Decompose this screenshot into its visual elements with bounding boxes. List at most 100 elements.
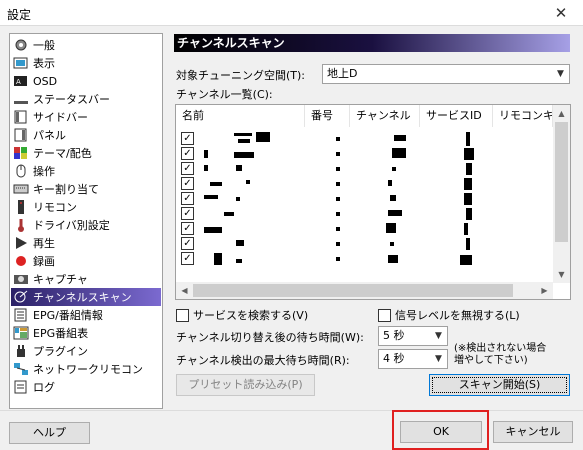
sidebar-item-label: ステータスバー [33, 93, 110, 106]
sidebar-item-label: OSD [33, 74, 58, 88]
row-checkbox[interactable]: ✓ [181, 222, 194, 235]
table-row[interactable]: ✓ [176, 236, 553, 251]
cancel-button[interactable]: キャンセル [493, 421, 573, 443]
sidebar-item-program-guide[interactable]: EPG番組表 [11, 324, 161, 342]
sidebar-item-network-remote[interactable]: ネットワークリモコン [11, 360, 161, 378]
scroll-up-icon[interactable]: ▲ [553, 105, 570, 122]
row-checkbox[interactable]: ✓ [181, 207, 194, 220]
row-checkbox[interactable]: ✓ [181, 252, 194, 265]
checkbox-box[interactable] [176, 308, 189, 322]
column-header-channel[interactable]: チャンネル [350, 105, 420, 127]
sidebar-item-general[interactable]: 一般 [11, 36, 161, 54]
sidebar-item-label: パネル [33, 129, 66, 142]
sidebar-item-label: ドライバ別設定 [33, 219, 110, 232]
svg-text:A: A [16, 78, 21, 86]
ok-button[interactable]: OK [400, 421, 482, 443]
scroll-right-icon[interactable]: ▶ [536, 282, 553, 299]
row-checkbox[interactable]: ✓ [181, 192, 194, 205]
channel-list-vertical-scrollbar[interactable]: ▲ ▼ [553, 105, 570, 283]
sidebar-item-plugin[interactable]: プラグイン [11, 342, 161, 360]
detect-wait-note: (※検出されない場合 増やして下さい) [454, 343, 547, 366]
sidebar-item-theme[interactable]: テーマ/配色 [11, 144, 161, 162]
scroll-down-icon[interactable]: ▼ [553, 266, 570, 283]
sidebar-item-panel[interactable]: パネル [11, 126, 161, 144]
max-detect-wait-select[interactable]: 4 秒 ▼ [378, 349, 448, 369]
row-checkbox[interactable]: ✓ [181, 147, 194, 160]
palette-icon [13, 146, 29, 160]
column-header-number[interactable]: 番号 [305, 105, 350, 127]
channel-list-horizontal-scrollbar[interactable]: ◀ ▶ [176, 282, 553, 299]
row-checkbox[interactable]: ✓ [181, 237, 194, 250]
settings-category-list[interactable]: 一般 表示 A OSD ステータスバー サイドバー パネル テーマ/配色 操作 … [9, 33, 163, 409]
play-icon [13, 236, 29, 250]
channel-list[interactable]: 名前 番号 チャンネル サービスID リモコンキ ✓ ✓ ✓ ✓ ✓ ✓ ✓ ✓… [175, 104, 571, 300]
scan-start-button[interactable]: スキャン開始(S) [429, 374, 570, 396]
sidebar-item-channel-scan[interactable]: チャンネルスキャン [11, 288, 161, 306]
sidebar-item-recording[interactable]: 録画 [11, 252, 161, 270]
preset-load-button[interactable]: プリセット読み込み(P) [176, 374, 315, 396]
sidebar-item-label: プラグイン [33, 345, 88, 358]
channel-list-label: チャンネル一覧(C): [176, 88, 273, 101]
sidebar-item-label: 一般 [33, 39, 55, 52]
sidebar-item-epg[interactable]: EPG/番組情報 [11, 306, 161, 324]
sidebar-item-remote[interactable]: リモコン [11, 198, 161, 216]
sidebar-item-operation[interactable]: 操作 [11, 162, 161, 180]
chevron-down-icon: ▼ [435, 331, 442, 341]
column-header-remote-key[interactable]: リモコンキ [493, 105, 553, 127]
wait-after-switch-select[interactable]: 5 秒 ▼ [378, 326, 448, 346]
panel-icon [13, 128, 29, 142]
program-guide-icon [13, 326, 29, 340]
ignore-signal-label: 信号レベルを無視する(L) [395, 309, 520, 322]
sidebar-item-label: ネットワークリモコン [33, 363, 143, 376]
tuning-space-select[interactable]: 地上D ▼ [322, 64, 570, 84]
scroll-thumb[interactable] [555, 122, 568, 242]
table-row[interactable]: ✓ [176, 131, 553, 146]
sidebar-item-log[interactable]: ログ [11, 378, 161, 396]
help-button[interactable]: ヘルプ [9, 422, 90, 444]
display-icon [13, 56, 29, 70]
table-row[interactable]: ✓ [176, 206, 553, 221]
mouse-icon [13, 164, 29, 178]
table-row[interactable]: ✓ [176, 191, 553, 206]
row-checkbox[interactable]: ✓ [181, 162, 194, 175]
scroll-left-icon[interactable]: ◀ [176, 282, 193, 299]
table-row[interactable]: ✓ [176, 251, 553, 266]
camera-icon [13, 272, 29, 286]
search-services-checkbox[interactable]: サービスを検索する(V) [176, 307, 308, 323]
tuning-space-label: 対象チューニング空間(T): [176, 69, 306, 82]
sidebar-item-label: キー割り当て [33, 183, 99, 196]
table-row[interactable]: ✓ [176, 176, 553, 191]
sidebar-item-label: ログ [33, 381, 55, 394]
sidebar-item-display[interactable]: 表示 [11, 54, 161, 72]
ignore-signal-checkbox[interactable]: 信号レベルを無視する(L) [378, 307, 520, 323]
scroll-thumb[interactable] [193, 284, 513, 297]
sidebar-item-label: リモコン [33, 201, 77, 214]
checkbox-box[interactable] [378, 308, 391, 322]
sidebar-item-keys[interactable]: キー割り当て [11, 180, 161, 198]
panel-title: チャンネルスキャン [174, 34, 570, 52]
column-header-service-id[interactable]: サービスID [420, 105, 493, 127]
row-checkbox[interactable]: ✓ [181, 132, 194, 145]
sidebar-item-label: 操作 [33, 165, 55, 178]
table-row[interactable]: ✓ [176, 221, 553, 236]
sidebar-item-capture[interactable]: キャプチャ [11, 270, 161, 288]
row-checkbox[interactable]: ✓ [181, 177, 194, 190]
table-row[interactable]: ✓ [176, 161, 553, 176]
keyboard-icon [13, 182, 29, 196]
antenna-icon [13, 290, 29, 304]
sidebar-item-label: チャンネルスキャン [33, 291, 132, 304]
table-row[interactable]: ✓ [176, 146, 553, 161]
sidebar-item-label: テーマ/配色 [33, 147, 92, 160]
sidebar-item-statusbar[interactable]: ステータスバー [11, 90, 161, 108]
sidebar-item-sidebar[interactable]: サイドバー [11, 108, 161, 126]
sidebar-item-playback[interactable]: 再生 [11, 234, 161, 252]
record-icon [13, 254, 29, 268]
chevron-down-icon: ▼ [435, 354, 442, 364]
column-header-name[interactable]: 名前 [176, 105, 305, 127]
close-icon[interactable]: ✕ [539, 0, 583, 26]
osd-icon: A [13, 74, 29, 88]
wait-after-switch-label: チャンネル切り替え後の待ち時間(W): [176, 331, 364, 344]
sidebar-item-driver[interactable]: ドライバ別設定 [11, 216, 161, 234]
sidebar-item-label: EPG番組表 [33, 327, 89, 340]
sidebar-item-osd[interactable]: A OSD [11, 72, 161, 90]
